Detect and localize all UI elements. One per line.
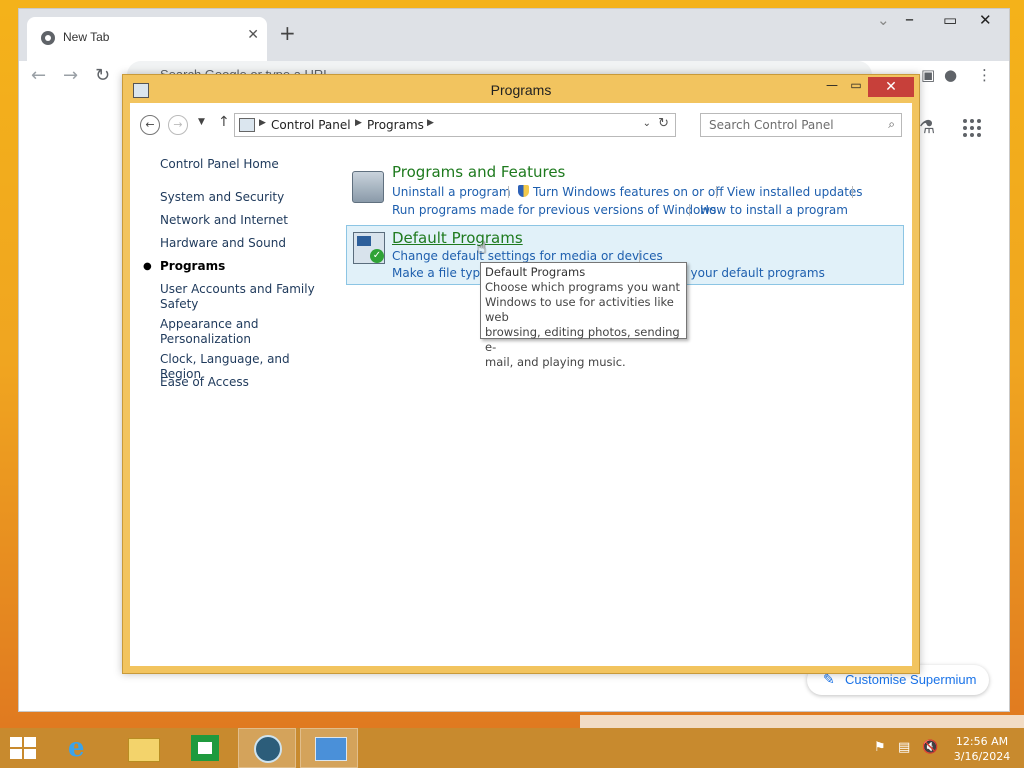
nav-ease-of-access[interactable]: Ease of Access — [160, 375, 330, 390]
menu-icon[interactable]: ⋮ — [977, 66, 992, 84]
control-panel-window: Programs — ▭ ✕ ← → ▼ ↑ ▶ Control Panel ▶… — [122, 74, 920, 674]
cp-minimize-button[interactable]: — — [819, 78, 845, 96]
default-programs-icon: ✓ — [353, 232, 385, 264]
cp-maximize-button[interactable]: ▭ — [843, 78, 869, 96]
make-file-type-link[interactable]: Make a file type — [392, 266, 488, 280]
up-arrow-icon[interactable]: ↑ — [218, 114, 230, 130]
reload-icon[interactable]: ↻ — [95, 65, 110, 86]
programs-and-features-icon — [352, 171, 384, 203]
default-programs-heading[interactable]: Default Programs — [392, 229, 523, 247]
taskbar: e ⚑ ▤ 🔇 12:56 AM 3/16/2024 — [0, 728, 1024, 768]
desktop-decoration — [580, 715, 1024, 728]
search-icon[interactable]: ⌕ — [888, 117, 895, 132]
clock-date: 3/16/2024 — [953, 750, 1011, 763]
taskbar-clock[interactable]: 12:56 AM 3/16/2024 — [952, 734, 1012, 764]
cp-titlebar[interactable]: Programs — ▭ ✕ — [123, 75, 919, 103]
windows-features-link-label: Turn Windows features on or off — [533, 185, 724, 199]
nav-programs-label: Programs — [160, 259, 226, 273]
back-button[interactable]: ← — [140, 115, 160, 135]
compatibility-link[interactable]: Run programs made for previous versions … — [392, 203, 716, 217]
recent-locations-dropdown[interactable]: ▼ — [198, 117, 205, 127]
internet-explorer-icon[interactable]: e — [52, 728, 110, 768]
search-control-panel-input[interactable]: Search Control Panel ⌕ — [700, 113, 902, 137]
tooltip-line: mail, and playing music. — [485, 355, 626, 369]
browser-icon[interactable] — [238, 728, 296, 768]
link-separator — [716, 186, 717, 198]
uninstall-program-link[interactable]: Uninstall a program — [392, 185, 511, 199]
cp-window-title: Programs — [490, 82, 552, 98]
browser-close-button[interactable]: ✕ — [979, 11, 992, 29]
tab-title: New Tab — [63, 30, 110, 44]
cp-close-button[interactable]: ✕ — [868, 77, 914, 97]
uac-shield-icon — [518, 185, 529, 197]
tab-close-icon[interactable]: ✕ — [247, 27, 259, 43]
breadcrumb-control-panel[interactable]: Control Panel — [271, 118, 351, 132]
browser-tabstrip: New Tab ✕ + ⌄ – ▭ ✕ — [19, 9, 1009, 61]
default-programs-tooltip: Default Programs Choose which programs y… — [480, 262, 687, 369]
breadcrumb-separator-icon[interactable]: ▶ — [427, 118, 434, 128]
windows-features-link[interactable]: Turn Windows features on or off — [518, 185, 724, 199]
control-panel-crumb-icon — [239, 118, 255, 132]
browser-tab-new-tab[interactable]: New Tab ✕ — [27, 17, 267, 61]
link-separator — [689, 204, 690, 216]
address-dropdown-icon[interactable]: ⌄ — [643, 118, 651, 129]
profile-icon[interactable]: ● — [944, 66, 957, 84]
view-installed-updates-link[interactable]: View installed updates — [727, 185, 863, 199]
file-explorer-icon[interactable] — [114, 728, 172, 768]
category-programs-and-features: Programs and Features Uninstall a progra… — [346, 163, 904, 221]
set-default-programs-link[interactable]: Set your default programs — [667, 266, 825, 280]
breadcrumb-separator-icon[interactable]: ▶ — [259, 118, 266, 128]
forward-button[interactable]: → — [168, 115, 188, 135]
breadcrumb-programs[interactable]: Programs — [367, 118, 424, 132]
chrome-icon — [41, 31, 55, 45]
active-bullet-icon: ● — [143, 261, 152, 272]
tooltip-line: Windows to use for activities like web — [485, 295, 674, 324]
nav-user-accounts[interactable]: User Accounts and Family Safety — [160, 282, 330, 312]
control-panel-icon[interactable] — [300, 728, 358, 768]
programs-and-features-heading[interactable]: Programs and Features — [392, 163, 565, 181]
volume-muted-icon[interactable]: 🔇 — [922, 740, 938, 755]
cp-client-area: ← → ▼ ↑ ▶ Control Panel ▶ Programs ▶ ⌄ ↻… — [130, 103, 912, 666]
link-separator — [852, 186, 853, 198]
address-row: ← → ▼ ↑ ▶ Control Panel ▶ Programs ▶ ⌄ ↻… — [130, 103, 912, 147]
new-tab-button[interactable]: + — [279, 21, 296, 45]
nav-system-and-security[interactable]: System and Security — [160, 190, 330, 205]
search-placeholder: Search Control Panel — [709, 118, 834, 132]
labs-icon[interactable]: ⚗ — [919, 117, 935, 138]
tooltip-title: Default Programs — [485, 265, 586, 279]
action-center-flag-icon[interactable]: ⚑ — [874, 740, 886, 755]
link-separator — [639, 250, 640, 262]
hand-cursor-icon: ☝ — [477, 238, 487, 257]
start-button[interactable] — [10, 737, 38, 759]
forward-arrow-icon[interactable]: → — [63, 65, 78, 86]
clock-time: 12:56 AM — [955, 735, 1009, 748]
apps-grid-icon[interactable] — [963, 119, 981, 137]
nav-programs: ● Programs — [143, 259, 330, 274]
browser-maximize-button[interactable]: ▭ — [943, 11, 957, 29]
nav-network-and-internet[interactable]: Network and Internet — [160, 213, 330, 228]
breadcrumb-separator-icon[interactable]: ▶ — [355, 118, 362, 128]
address-bar[interactable]: ▶ Control Panel ▶ Programs ▶ ⌄ ↻ — [234, 113, 676, 137]
store-icon[interactable] — [176, 728, 234, 768]
refresh-icon[interactable]: ↻ — [658, 116, 669, 131]
change-default-settings-link[interactable]: Change default settings for media or dev… — [392, 249, 663, 263]
network-icon[interactable]: ▤ — [898, 740, 910, 755]
link-separator — [508, 186, 509, 198]
tab-search-chevron-icon[interactable]: ⌄ — [877, 11, 890, 29]
checkmark-icon: ✓ — [370, 249, 384, 263]
extensions-icon[interactable]: ▣ — [921, 66, 935, 84]
customise-label: Customise Supermium — [845, 672, 977, 687]
how-to-install-link[interactable]: How to install a program — [700, 203, 848, 217]
tooltip-line: Choose which programs you want — [485, 280, 681, 294]
browser-minimize-button[interactable]: – — [905, 9, 914, 30]
back-arrow-icon[interactable]: ← — [31, 65, 46, 86]
tooltip-line: browsing, editing photos, sending e- — [485, 325, 680, 354]
nav-appearance[interactable]: Appearance and Personalization — [160, 317, 330, 347]
nav-hardware-and-sound[interactable]: Hardware and Sound — [160, 236, 330, 251]
nav-control-panel-home[interactable]: Control Panel Home — [160, 157, 330, 172]
